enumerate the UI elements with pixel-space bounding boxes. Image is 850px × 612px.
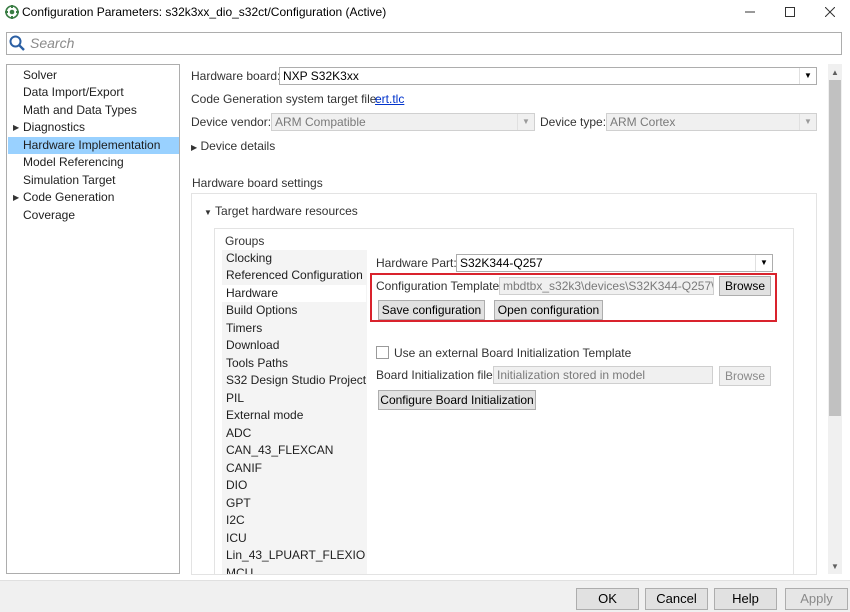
expand-arrow-icon: ▶ [191, 143, 198, 152]
group-canif[interactable]: CANIF [222, 460, 366, 477]
group-mcu[interactable]: MCU [222, 565, 366, 574]
search-input[interactable] [6, 32, 842, 55]
expand-arrow-icon[interactable]: ▶ [13, 189, 19, 206]
sidebar-item-hardware-implementation[interactable]: Hardware Implementation [8, 137, 179, 154]
group-tools-paths[interactable]: Tools Paths [222, 355, 366, 372]
external-board-template-checkbox[interactable] [376, 346, 389, 359]
group-timers[interactable]: Timers [222, 320, 366, 337]
device-type-label: Device type: [540, 115, 607, 129]
group-download[interactable]: Download [222, 337, 366, 354]
search-placeholder: Search [30, 35, 75, 51]
group-pil[interactable]: PIL [222, 390, 366, 407]
sidebar-item-simulation-target[interactable]: Simulation Target [8, 172, 179, 189]
sidebar-item-model-referencing[interactable]: Model Referencing [8, 154, 179, 171]
chevron-down-icon[interactable]: ▼ [517, 114, 534, 130]
sidebar-item-math-and-data-types[interactable]: Math and Data Types [8, 102, 179, 119]
configure-board-initialization-button[interactable]: Configure Board Initialization [378, 390, 536, 410]
ok-button[interactable]: OK [576, 588, 639, 610]
apply-button[interactable]: Apply [785, 588, 848, 610]
board-init-file-label: Board Initialization file: [376, 368, 497, 382]
search-icon [9, 35, 25, 51]
highlight-box [370, 273, 777, 322]
group-icu[interactable]: ICU [222, 530, 366, 547]
cancel-button[interactable]: Cancel [645, 588, 708, 610]
group-build-options[interactable]: Build Options [222, 302, 366, 319]
device-details-toggle[interactable]: ▶ Device details [191, 139, 275, 153]
close-button[interactable] [810, 0, 850, 24]
simulink-app-icon [5, 5, 19, 19]
chevron-down-icon[interactable]: ▼ [755, 255, 772, 271]
help-button[interactable]: Help [714, 588, 777, 610]
close-icon [825, 7, 835, 17]
group-dio[interactable]: DIO [222, 477, 366, 494]
minimize-button[interactable] [730, 0, 770, 24]
group-adc[interactable]: ADC [222, 425, 366, 442]
target-hardware-resources-toggle[interactable]: ▼ Target hardware resources [204, 204, 358, 218]
group-gpt[interactable]: GPT [222, 495, 366, 512]
group-lin-43-lpuart-flexio[interactable]: Lin_43_LPUART_FLEXIO [222, 547, 366, 564]
maximize-button[interactable] [770, 0, 810, 24]
board-init-file-field[interactable]: Initialization stored in model [493, 366, 713, 384]
groups-list: Clocking Referenced Configuration Hardwa… [222, 250, 367, 574]
scroll-up-icon[interactable]: ▲ [828, 66, 842, 78]
hardware-part-label: Hardware Part: [376, 256, 457, 270]
device-vendor-select[interactable]: ARM Compatible ▼ [271, 113, 535, 131]
group-i2c[interactable]: I2C [222, 512, 366, 529]
expand-arrow-icon[interactable]: ▶ [13, 119, 19, 136]
sidebar-item-data-import-export[interactable]: Data Import/Export [8, 84, 179, 101]
hardware-board-settings-title: Hardware board settings [192, 176, 323, 190]
group-referenced-configuration[interactable]: Referenced Configuration [222, 267, 366, 284]
external-board-template-label: Use an external Board Initialization Tem… [394, 346, 632, 360]
sidebar-item-code-generation[interactable]: ▶ Code Generation [8, 189, 179, 206]
device-vendor-label: Device vendor: [191, 115, 272, 129]
sidebar-item-diagnostics[interactable]: ▶ Diagnostics [8, 119, 179, 136]
device-type-select[interactable]: ARM Cortex ▼ [606, 113, 817, 131]
collapse-arrow-icon: ▼ [204, 208, 212, 217]
sidebar-item-coverage[interactable]: Coverage [8, 207, 179, 224]
chevron-down-icon[interactable]: ▼ [799, 68, 816, 84]
scrollbar-thumb[interactable] [829, 80, 841, 416]
groups-label: Groups [225, 234, 265, 248]
hardware-board-select[interactable]: NXP S32K3xx ▼ [279, 67, 817, 85]
browse-board-init-button[interactable]: Browse [719, 366, 771, 386]
group-s32-design-studio-project[interactable]: S32 Design Studio Project [222, 372, 366, 389]
chevron-down-icon[interactable]: ▼ [799, 114, 816, 130]
codegen-target-label: Code Generation system target file: [191, 92, 380, 106]
minimize-icon [745, 11, 755, 13]
ert-tlc-link[interactable]: ert.tlc [375, 92, 404, 106]
maximize-icon [785, 7, 795, 17]
group-clocking[interactable]: Clocking [222, 250, 366, 267]
hardware-board-label: Hardware board: [191, 69, 281, 83]
group-hardware[interactable]: Hardware [222, 285, 366, 302]
sidebar-item-solver[interactable]: Solver [8, 67, 179, 84]
category-tree: Solver Data Import/Export Math and Data … [6, 64, 180, 574]
window-title: Configuration Parameters: s32k3xx_dio_s3… [22, 5, 387, 19]
scroll-down-icon[interactable]: ▼ [828, 560, 842, 572]
group-can-43-flexcan[interactable]: CAN_43_FLEXCAN [222, 442, 366, 459]
group-external-mode[interactable]: External mode [222, 407, 366, 424]
hardware-part-select[interactable]: S32K344-Q257 ▼ [456, 254, 773, 272]
